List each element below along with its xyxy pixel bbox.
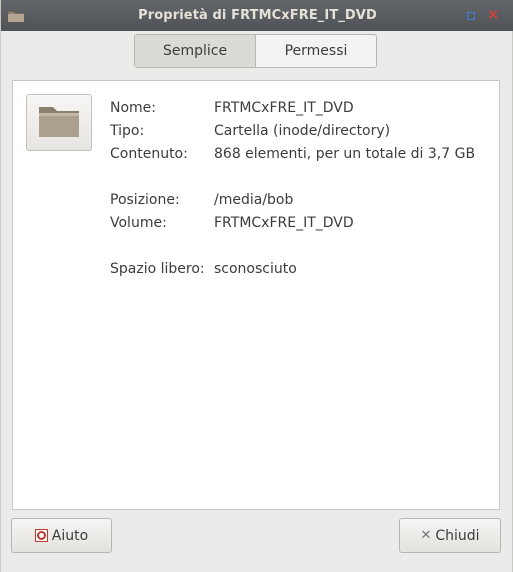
properties-dialog: Proprietà di FRTMCxFRE_IT_DVD ✕ Semplice… (0, 0, 513, 572)
name-label: Nome: (110, 100, 157, 116)
help-icon (34, 529, 48, 542)
info-panel: Nome: FRTMCxFRE_IT_DVD Tipo: Cartella (i… (12, 80, 500, 510)
close-icon[interactable]: ✕ (487, 7, 500, 24)
tab-bar: Semplice Permessi (134, 34, 377, 68)
window-title: Proprietà di FRTMCxFRE_IT_DVD (138, 8, 377, 23)
volume-value: FRTMCxFRE_IT_DVD (214, 215, 354, 231)
help-button-label: Aiuto (51, 527, 89, 544)
close-button[interactable]: ✕ Chiudi (399, 518, 501, 553)
type-label: Tipo: (110, 123, 145, 139)
maximize-icon[interactable] (467, 12, 475, 20)
contents-label: Contenuto: (110, 146, 188, 162)
help-button[interactable]: Aiuto (11, 518, 112, 553)
folder-icon-button[interactable] (26, 94, 92, 151)
close-button-label: Chiudi (435, 527, 480, 544)
tab-semplice[interactable]: Semplice (135, 35, 256, 67)
x-icon: ✕ (420, 528, 432, 543)
type-value: Cartella (inode/directory) (214, 123, 391, 139)
location-label: Posizione: (110, 192, 180, 208)
location-value: /media/bob (214, 192, 294, 208)
title-bar[interactable]: Proprietà di FRTMCxFRE_IT_DVD ✕ (1, 0, 513, 31)
name-value: FRTMCxFRE_IT_DVD (214, 100, 354, 116)
volume-label: Volume: (110, 215, 167, 231)
tab-permessi[interactable]: Permessi (256, 35, 376, 67)
contents-value: 868 elementi, per un totale di 3,7 GB (214, 146, 476, 162)
folder-icon (37, 101, 81, 145)
free-space-label: Spazio libero: (110, 261, 205, 277)
free-space-value: sconosciuto (214, 261, 297, 277)
